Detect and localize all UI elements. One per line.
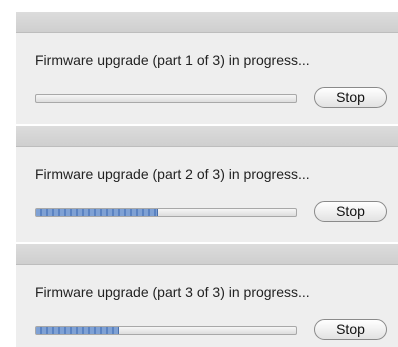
- dialog-titlebar[interactable]: [16, 244, 398, 265]
- progress-bar: [35, 326, 297, 335]
- progress-message: Firmware upgrade (part 1 of 3) in progre…: [35, 52, 310, 68]
- progress-bar: [35, 208, 297, 217]
- stop-button[interactable]: Stop: [314, 201, 387, 222]
- upgrade-dialog-2: Firmware upgrade (part 2 of 3) in progre…: [16, 126, 398, 242]
- upgrade-dialog-1: Firmware upgrade (part 1 of 3) in progre…: [16, 12, 398, 124]
- progress-message: Firmware upgrade (part 2 of 3) in progre…: [35, 166, 310, 182]
- stop-button[interactable]: Stop: [314, 87, 387, 108]
- dialog-titlebar[interactable]: [16, 126, 398, 147]
- upgrade-dialog-3: Firmware upgrade (part 3 of 3) in progre…: [16, 244, 398, 347]
- dialog-titlebar[interactable]: [16, 12, 398, 33]
- stop-button[interactable]: Stop: [314, 319, 387, 340]
- progress-fill: [36, 327, 120, 334]
- progress-message: Firmware upgrade (part 3 of 3) in progre…: [35, 284, 310, 300]
- progress-bar: [35, 94, 297, 103]
- progress-fill: [36, 209, 159, 216]
